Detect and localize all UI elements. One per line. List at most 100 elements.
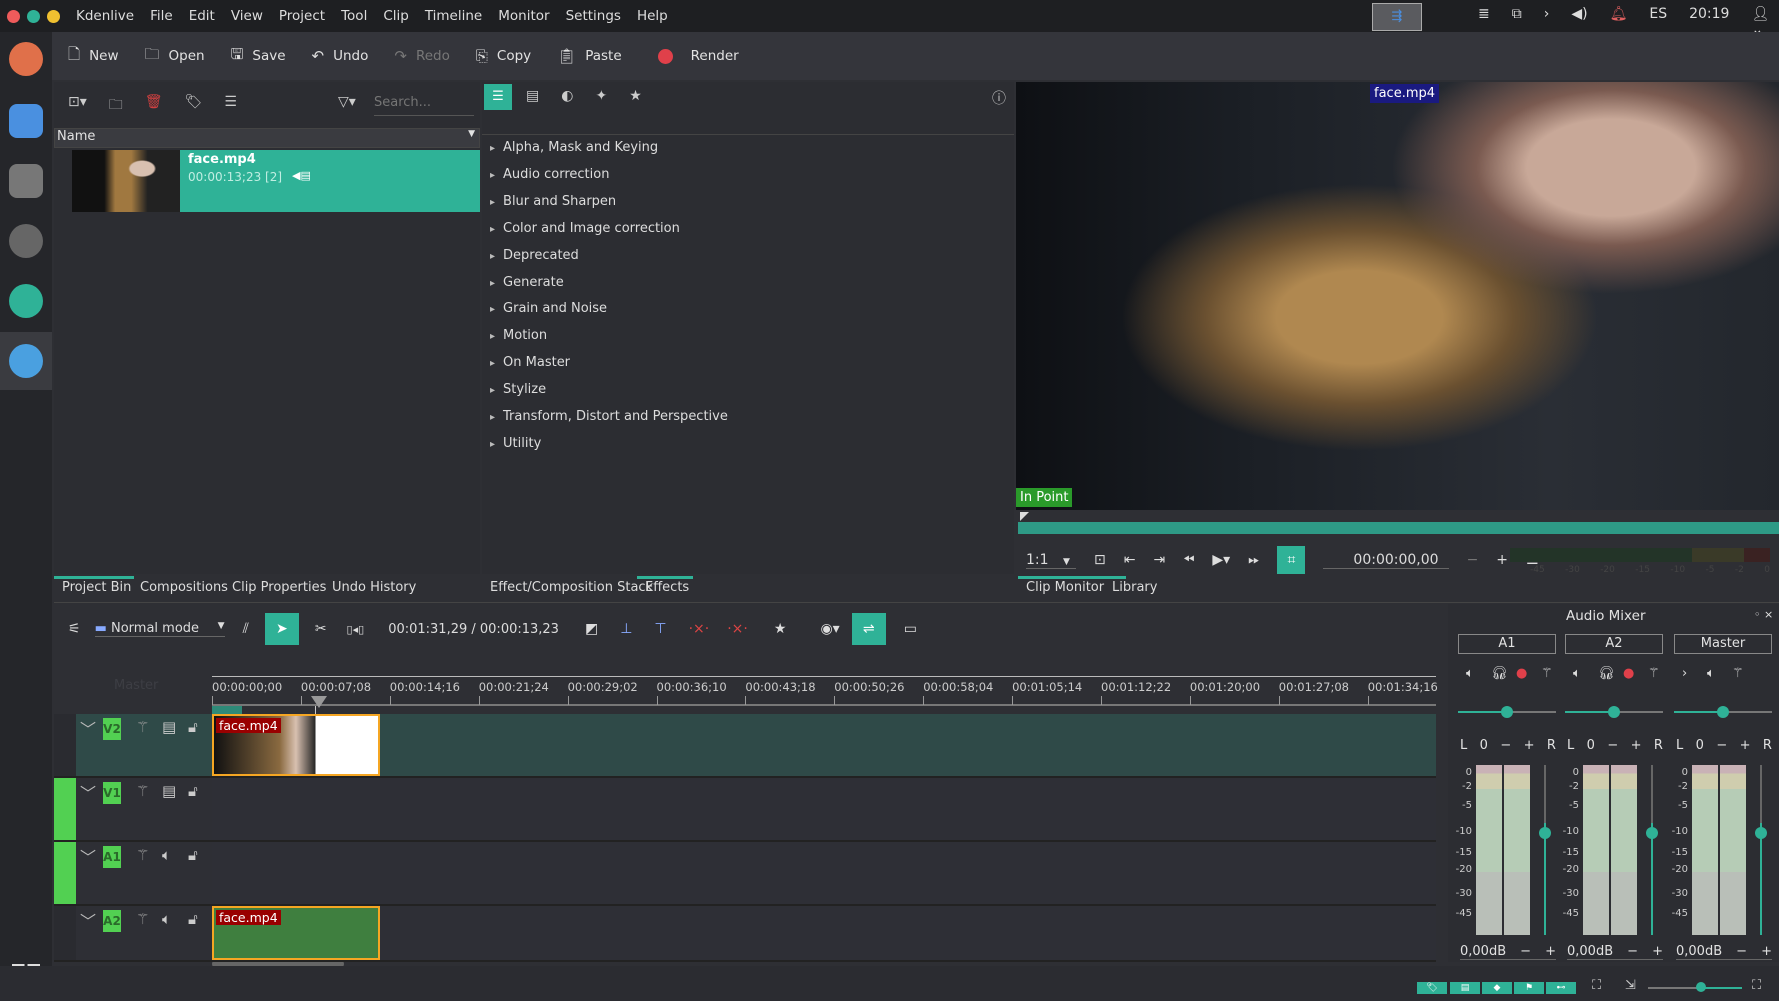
record-icon[interactable]: ● <box>1516 666 1527 681</box>
mixer-channel-a2[interactable]: A2 <box>1565 634 1663 654</box>
effect-category[interactable]: Alpha, Mask and Keying <box>490 140 658 155</box>
maximize-window-button[interactable] <box>27 9 40 23</box>
rewind-icon[interactable]: ⏪︎ <box>1183 552 1194 568</box>
pan-slider-handle[interactable] <box>1717 706 1729 718</box>
audio-waveform-button[interactable]: ◆ <box>1482 982 1512 994</box>
track-name[interactable]: A1 <box>103 846 121 868</box>
delete-icon[interactable]: 🗑︎ <box>145 94 163 118</box>
volume-fader-handle[interactable] <box>1755 827 1767 839</box>
effect-category[interactable]: Deprecated <box>490 248 579 263</box>
collapse-icon[interactable]: ﹀ <box>80 780 96 804</box>
zoom-slider[interactable] <box>1648 987 1742 989</box>
track-v1[interactable]: ﹀ V1 ⚚ ▤ 🔓︎ <box>54 778 1436 842</box>
gain-minus[interactable]: − <box>1627 944 1638 959</box>
effect-category[interactable]: Blur and Sharpen <box>490 194 616 209</box>
track-name[interactable]: A2 <box>103 910 121 932</box>
effect-category[interactable]: Motion <box>490 328 547 343</box>
keyframes-button[interactable]: ⊷ <box>1546 982 1576 994</box>
favorites-icon[interactable]: ★ <box>629 88 642 104</box>
timeline-clip[interactable]: face.mp4 <box>212 714 380 776</box>
effects-wand-icon[interactable]: ⚚ <box>136 782 149 800</box>
taskbar-kdenlive-icon[interactable]: ⇶ <box>1372 3 1422 31</box>
balance-minus[interactable]: − <box>1500 738 1511 753</box>
menu-view[interactable]: View <box>231 8 263 24</box>
menu-help[interactable]: Help <box>637 8 668 24</box>
effect-category[interactable]: Transform, Distort and Perspective <box>490 409 728 424</box>
collapse-icon[interactable]: ﹀ <box>80 716 96 740</box>
lock-icon[interactable]: 🔓︎ <box>188 718 198 736</box>
track-a2[interactable]: ﹀ A2 ⚚ 🔈︎ 🔓︎ face.mp4 <box>54 906 1436 962</box>
tab-clip-monitor[interactable]: Clip Monitor <box>1026 580 1104 595</box>
effect-category[interactable]: Generate <box>490 275 564 290</box>
set-out-icon[interactable]: ⇥ <box>1153 552 1165 568</box>
minimize-window-button[interactable] <box>47 9 60 23</box>
settings-icon[interactable] <box>9 224 43 258</box>
effect-category[interactable]: Color and Image correction <box>490 221 680 236</box>
render-button[interactable]: Render <box>657 48 739 64</box>
timeline-ruler[interactable] <box>212 704 1436 706</box>
effects-wand-icon[interactable]: ⚚ <box>136 846 149 864</box>
audio-effects-icon[interactable]: ◐ <box>561 88 573 104</box>
fit-zoom-icon[interactable]: ⛶ <box>1592 978 1601 993</box>
menu-monitor[interactable]: Monitor <box>498 8 549 24</box>
close-window-button[interactable] <box>7 9 20 23</box>
effect-category[interactable]: On Master <box>490 355 570 370</box>
menu-edit[interactable]: Edit <box>189 8 215 24</box>
save-button[interactable]: 🖫 Save <box>231 44 286 69</box>
overwrite-icon[interactable]: ⊤ <box>654 621 666 637</box>
favorite-icon[interactable]: ★ <box>774 621 787 637</box>
track-v2[interactable]: ﹀ V2 ⚚ ▤ 🔓︎ face.mp4 <box>54 714 1436 778</box>
speaker-icon[interactable]: 🔈︎ <box>1707 666 1715 681</box>
headphones-icon[interactable]: 🎧︎ <box>1491 666 1508 681</box>
zoom-select[interactable]: 1:1 ▼ <box>1026 552 1076 569</box>
gain-value[interactable]: 0,00dB <box>1676 944 1722 959</box>
bin-clip-item[interactable]: face.mp4 00:00:13;23 [2] ◀▤ <box>72 150 480 212</box>
add-clip-icon[interactable]: ⊡▾ <box>68 94 87 118</box>
headphones-icon[interactable]: 🎧︎ <box>1598 666 1615 681</box>
kdenlive-dock-icon[interactable] <box>9 344 43 378</box>
select-tool-button[interactable]: ➤ <box>264 613 299 645</box>
chevron-right-icon[interactable]: › <box>1682 666 1687 681</box>
gain-minus[interactable]: − <box>1736 944 1747 959</box>
plus-icon[interactable]: + <box>1496 552 1508 568</box>
film-icon[interactable]: ▤ <box>162 782 176 800</box>
speaker-icon[interactable]: 🔈︎ <box>162 910 171 928</box>
video-effects-icon[interactable]: ▤ <box>526 88 539 104</box>
tab-library[interactable]: Library <box>1112 580 1157 595</box>
menu-icon[interactable]: ☰ <box>224 94 237 118</box>
lock-icon[interactable]: 🔓︎ <box>188 910 198 928</box>
gain-plus[interactable]: + <box>1761 944 1772 959</box>
paste-button[interactable]: 📋︎ Paste <box>557 47 622 65</box>
speaker-icon[interactable]: 🔈︎ <box>1573 666 1581 681</box>
feather-app-icon[interactable] <box>9 284 43 318</box>
effect-category[interactable]: Audio correction <box>490 167 609 182</box>
balance-plus[interactable]: + <box>1631 738 1642 753</box>
lock-icon[interactable]: 🔓︎ <box>188 846 198 864</box>
zoom-slider-handle[interactable] <box>1696 982 1706 992</box>
balance-minus[interactable]: − <box>1607 738 1618 753</box>
mixer-channel-master[interactable]: Master <box>1674 634 1772 654</box>
video-thumbnails-button[interactable]: ▤ <box>1450 982 1480 994</box>
collapse-icon[interactable]: ﹀ <box>80 844 96 868</box>
pan-slider-handle[interactable] <box>1608 706 1620 718</box>
redo-button[interactable]: ↷ Redo <box>394 47 450 65</box>
effect-category[interactable]: Utility <box>490 436 541 451</box>
insert-icon[interactable]: ⊥ <box>620 621 632 637</box>
add-folder-icon[interactable]: 🗀 <box>109 94 123 118</box>
extract-icon[interactable]: ·×· <box>727 621 748 637</box>
minus-icon[interactable]: − <box>1467 552 1479 568</box>
lift-icon[interactable]: ·×· <box>689 621 710 637</box>
tab-compositions[interactable]: Compositions <box>140 580 228 595</box>
track-name[interactable]: V2 <box>103 718 121 740</box>
open-button[interactable]: 🗀 Open <box>145 44 205 69</box>
split-screen-icon[interactable]: ◩ <box>585 621 598 637</box>
volume-fader-handle[interactable] <box>1539 827 1551 839</box>
tag-icon[interactable]: 🏷︎ <box>185 94 203 118</box>
balance-plus[interactable]: + <box>1740 738 1751 753</box>
menu-settings[interactable]: Settings <box>566 8 621 24</box>
gain-value[interactable]: 0,00dB <box>1567 944 1613 959</box>
gain-plus[interactable]: + <box>1545 944 1556 959</box>
effects-wand-icon[interactable]: ⚚ <box>1648 666 1660 681</box>
mixer-channel-a1[interactable]: A1 <box>1458 634 1556 654</box>
set-in-icon[interactable]: ⇤ <box>1124 552 1136 568</box>
